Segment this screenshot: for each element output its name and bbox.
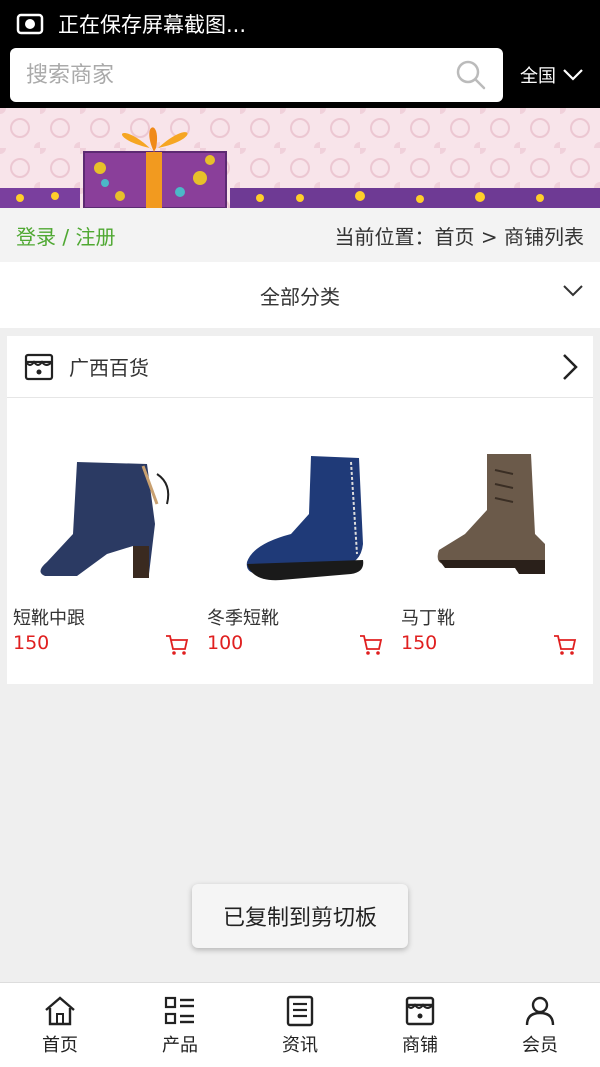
tab-news[interactable]: 资讯 xyxy=(240,983,360,1067)
tab-products[interactable]: 产品 xyxy=(120,983,240,1067)
toast-message: 已复制到剪切板 xyxy=(192,884,408,948)
category-filter[interactable]: 全部分类 xyxy=(0,262,600,328)
breadcrumb: 当前位置：首页 > 商铺列表 xyxy=(334,224,584,249)
search-icon[interactable] xyxy=(455,59,487,91)
product-image[interactable] xyxy=(7,414,197,594)
user-icon xyxy=(525,996,555,1026)
login-register-link[interactable]: 登录 / 注册 xyxy=(16,221,115,250)
cart-icon[interactable] xyxy=(165,634,189,656)
product-item[interactable]: 马丁靴 150 xyxy=(395,406,585,684)
list-icon xyxy=(164,996,194,1025)
product-name: 冬季短靴 xyxy=(207,608,279,629)
product-price: 150 xyxy=(401,632,438,654)
home-icon xyxy=(45,996,75,1026)
tab-label: 首页 xyxy=(42,1035,78,1056)
cart-icon[interactable] xyxy=(359,634,383,656)
bottom-tab-bar: 首页 产品 资讯 商铺 会员 xyxy=(0,982,600,1067)
tab-label: 会员 xyxy=(522,1035,558,1056)
tab-label: 产品 xyxy=(162,1035,198,1056)
region-selector[interactable]: 全国 xyxy=(520,62,584,88)
product-item[interactable]: 冬季短靴 100 xyxy=(201,406,391,684)
product-image[interactable] xyxy=(201,414,391,594)
product-name: 短靴中跟 xyxy=(13,608,85,629)
product-item[interactable]: 短靴中跟 150 xyxy=(7,406,197,684)
screenshot-icon xyxy=(16,13,44,35)
tab-member[interactable]: 会员 xyxy=(480,983,600,1067)
region-label: 全国 xyxy=(520,66,556,87)
chevron-down-icon xyxy=(563,285,583,297)
status-bar: 正在保存屏幕截图... xyxy=(0,0,600,48)
store-name: 广西百货 xyxy=(69,356,149,380)
cart-icon[interactable] xyxy=(553,634,577,656)
store-header[interactable]: 广西百货 xyxy=(7,336,593,398)
news-icon xyxy=(286,995,314,1027)
shop-icon xyxy=(24,353,54,380)
gift-box-illustration xyxy=(0,108,600,208)
chevron-down-icon xyxy=(563,69,583,81)
search-input[interactable] xyxy=(26,62,436,88)
chevron-right-icon[interactable] xyxy=(561,352,579,382)
product-price: 100 xyxy=(207,632,244,654)
product-price: 150 xyxy=(13,632,50,654)
product-image[interactable] xyxy=(395,414,585,594)
store-card[interactable]: 广西百货 短靴中跟 150 冬季短靴 100 马丁靴 150 xyxy=(7,336,593,684)
tab-shops[interactable]: 商铺 xyxy=(360,983,480,1067)
tab-label: 资讯 xyxy=(282,1035,318,1056)
category-label: 全部分类 xyxy=(260,284,340,309)
banner-image[interactable] xyxy=(0,108,600,208)
tab-label: 商铺 xyxy=(402,1035,438,1056)
search-box[interactable] xyxy=(10,48,503,102)
status-text: 正在保存屏幕截图... xyxy=(58,13,247,37)
header: 全国 xyxy=(0,48,600,108)
product-list: 短靴中跟 150 冬季短靴 100 马丁靴 150 xyxy=(7,406,593,684)
product-name: 马丁靴 xyxy=(401,608,455,629)
tab-home[interactable]: 首页 xyxy=(0,983,120,1067)
toast-text: 已复制到剪切板 xyxy=(222,906,377,931)
shop-icon xyxy=(405,996,435,1026)
breadcrumb-row: 登录 / 注册 当前位置：首页 > 商铺列表 xyxy=(0,208,600,262)
